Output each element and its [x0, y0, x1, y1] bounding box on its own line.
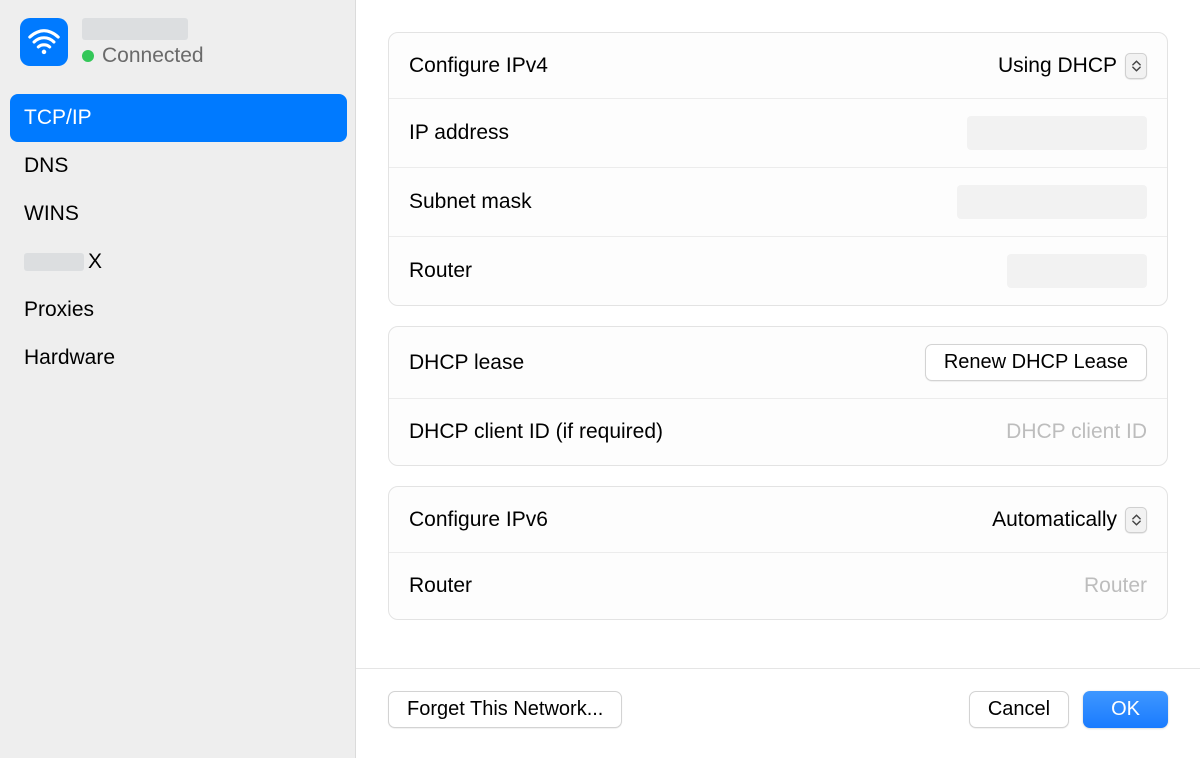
- chevron-up-down-icon: [1125, 507, 1147, 533]
- dhcp-lease-label: DHCP lease: [409, 351, 925, 375]
- renew-dhcp-lease-button[interactable]: Renew DHCP Lease: [925, 344, 1147, 381]
- configure-ipv6-popup[interactable]: Automatically: [992, 507, 1147, 533]
- sidebar-item-wins[interactable]: WINS: [10, 190, 347, 238]
- ipv6-router-row: Router Router: [389, 553, 1167, 619]
- chevron-up-down-icon: [1125, 53, 1147, 79]
- ok-button[interactable]: OK: [1083, 691, 1168, 728]
- sidebar-item-label: X: [88, 250, 102, 274]
- sidebar-item-hardware[interactable]: Hardware: [10, 334, 347, 382]
- ipv4-router-value-redacted: [1007, 254, 1147, 288]
- subnet-mask-label: Subnet mask: [409, 190, 957, 214]
- wifi-icon: [20, 18, 68, 66]
- forget-network-button[interactable]: Forget This Network...: [388, 691, 622, 728]
- configure-ipv4-label: Configure IPv4: [409, 54, 998, 78]
- configure-ipv6-row: Configure IPv6 Automatically: [389, 487, 1167, 553]
- configure-ipv6-value: Automatically: [992, 508, 1117, 532]
- sidebar-item-redacted-x[interactable]: X: [10, 238, 347, 286]
- subnet-mask-row: Subnet mask: [389, 168, 1167, 237]
- ip-address-value-redacted: [967, 116, 1147, 150]
- network-header: Connected: [0, 18, 355, 82]
- ipv6-router-input[interactable]: Router: [1084, 574, 1147, 598]
- network-settings-window: Connected TCP/IP DNS WINS X Proxies Har: [0, 0, 1200, 758]
- settings-scroll[interactable]: Configure IPv4 Using DHCP IP address Sub…: [356, 0, 1200, 668]
- sidebar-item-proxies[interactable]: Proxies: [10, 286, 347, 334]
- sidebar-list: TCP/IP DNS WINS X Proxies Hardware: [0, 82, 355, 382]
- subnet-mask-value-redacted: [957, 185, 1147, 219]
- sidebar-item-tcpip[interactable]: TCP/IP: [10, 94, 347, 142]
- sidebar-item-label: WINS: [24, 202, 79, 226]
- ipv6-group: Configure IPv6 Automatically Router Rout…: [388, 486, 1168, 620]
- sidebar-item-label: DNS: [24, 154, 68, 178]
- configure-ipv4-popup[interactable]: Using DHCP: [998, 53, 1147, 79]
- cancel-button[interactable]: Cancel: [969, 691, 1069, 728]
- ip-address-label: IP address: [409, 121, 967, 145]
- network-name-redacted: [82, 18, 188, 40]
- connection-status: Connected: [102, 44, 204, 68]
- footer: Forget This Network... Cancel OK: [356, 668, 1200, 758]
- dhcp-client-id-row: DHCP client ID (if required) DHCP client…: [389, 399, 1167, 465]
- dhcp-group: DHCP lease Renew DHCP Lease DHCP client …: [388, 326, 1168, 466]
- dhcp-client-id-label: DHCP client ID (if required): [409, 420, 1006, 444]
- configure-ipv4-value: Using DHCP: [998, 54, 1117, 78]
- dhcp-client-id-input[interactable]: DHCP client ID: [1006, 420, 1147, 444]
- redacted-prefix: [24, 253, 84, 271]
- ipv4-router-row: Router: [389, 237, 1167, 305]
- sidebar-item-label: Proxies: [24, 298, 94, 322]
- configure-ipv6-label: Configure IPv6: [409, 508, 992, 532]
- ipv6-router-label: Router: [409, 574, 1084, 598]
- status-dot-icon: [82, 50, 94, 62]
- sidebar: Connected TCP/IP DNS WINS X Proxies Har: [0, 0, 356, 758]
- settings-content: Configure IPv4 Using DHCP IP address Sub…: [356, 0, 1200, 758]
- sidebar-item-label: Hardware: [24, 346, 115, 370]
- sidebar-item-dns[interactable]: DNS: [10, 142, 347, 190]
- ipv4-group: Configure IPv4 Using DHCP IP address Sub…: [388, 32, 1168, 306]
- dhcp-lease-row: DHCP lease Renew DHCP Lease: [389, 327, 1167, 399]
- ip-address-row: IP address: [389, 99, 1167, 168]
- configure-ipv4-row: Configure IPv4 Using DHCP: [389, 33, 1167, 99]
- sidebar-item-label: TCP/IP: [24, 106, 92, 130]
- ipv4-router-label: Router: [409, 259, 1007, 283]
